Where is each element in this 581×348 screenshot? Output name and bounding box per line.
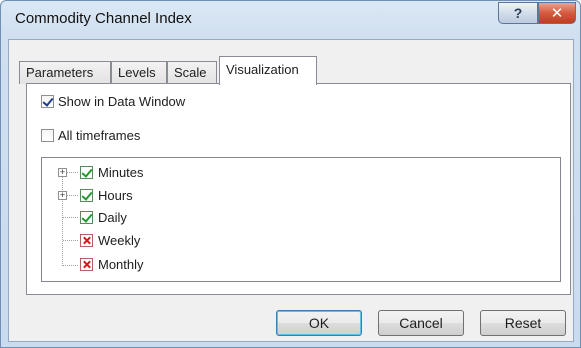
tab-parameters[interactable]: Parameters (19, 61, 111, 84)
tree-item-label: Weekly (98, 233, 141, 248)
tree-connector (63, 240, 78, 241)
dialog-window: Commodity Channel Index ? ✕ Parameters L… (0, 0, 581, 348)
tree-item-weekly[interactable]: Weekly (80, 233, 140, 248)
green-check-icon[interactable] (80, 189, 93, 202)
green-check-icon[interactable] (80, 211, 93, 224)
tree-item-hours[interactable]: Hours (80, 188, 133, 203)
reset-button[interactable]: Reset (480, 310, 566, 336)
plus-icon[interactable]: + (58, 168, 67, 177)
tab-visualization[interactable]: Visualization (219, 56, 317, 85)
tab-scale[interactable]: Scale (167, 61, 217, 84)
show-in-data-window-option[interactable]: Show in Data Window (41, 94, 185, 109)
all-timeframes-label: All timeframes (58, 128, 141, 143)
show-in-data-window-label: Show in Data Window (58, 94, 186, 109)
red-x-icon[interactable] (80, 234, 93, 247)
help-button[interactable]: ? (498, 2, 538, 24)
red-x-icon[interactable] (80, 258, 93, 271)
tree-item-label: Monthly (98, 257, 144, 272)
tab-levels[interactable]: Levels (111, 61, 167, 84)
plus-icon[interactable]: + (58, 191, 67, 200)
cancel-button[interactable]: Cancel (378, 310, 464, 336)
tree-item-label: Hours (98, 188, 133, 203)
tree-connector (66, 172, 78, 173)
ok-button[interactable]: OK (276, 310, 362, 336)
tree-connector (63, 265, 78, 266)
tree-item-monthly[interactable]: Monthly (80, 257, 144, 272)
all-timeframes-option[interactable]: All timeframes (41, 128, 140, 143)
tree-item-minutes[interactable]: Minutes (80, 165, 144, 180)
tree-item-label: Daily (98, 210, 127, 225)
tree-connector (63, 217, 78, 218)
close-button[interactable]: ✕ (538, 2, 576, 24)
show-in-data-window-checkbox[interactable] (41, 95, 54, 108)
tree-item-daily[interactable]: Daily (80, 210, 127, 225)
window-title: Commodity Channel Index (15, 10, 192, 27)
timeframes-tree[interactable]: + + Minutes Hours Daily Weekly Monthly (41, 157, 561, 282)
help-icon: ? (513, 5, 523, 21)
green-check-icon[interactable] (80, 166, 93, 179)
tree-connector (66, 195, 78, 196)
tree-item-label: Minutes (98, 165, 144, 180)
all-timeframes-checkbox[interactable] (41, 129, 54, 142)
close-icon: ✕ (550, 5, 564, 22)
